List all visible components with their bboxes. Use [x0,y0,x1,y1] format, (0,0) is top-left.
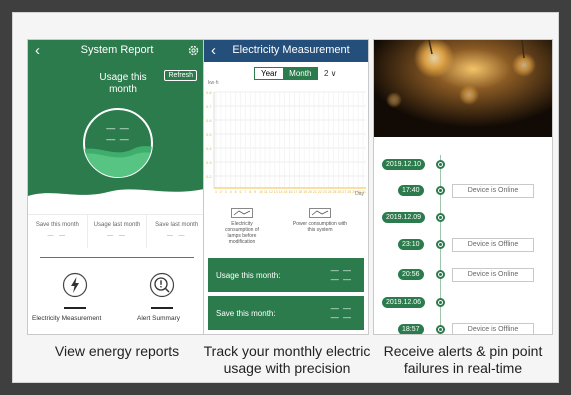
timeline-dot [436,240,445,249]
period-dropdown[interactable]: 2 ∨ [324,69,337,78]
electricity-measurement-button[interactable]: Electricity Measurement [32,315,101,322]
timeline-dot [436,298,445,307]
legend-after: Power consumption with this system [292,208,348,233]
event-status[interactable]: Device is Online [452,184,534,198]
svg-text:28: 28 [347,190,351,194]
svg-text:25: 25 [333,190,337,194]
time-badge: 17:40 [398,185,424,196]
svg-text:4: 4 [230,190,232,194]
alert-timeline-screen: 2019.12.10 17:40 Device is Online 2019.1… [373,39,553,335]
svg-text:0.7: 0.7 [206,104,212,109]
svg-text:5: 5 [235,190,237,194]
usage-chart: 1 2 3 4 5 6 7 8 9 10 11 12 13 14 15 16 17 18 19 20 21 22 23 24 2… [206,90,366,194]
time-badge: 23:10 [398,239,424,250]
date-badge: 2019.12.09 [382,212,426,223]
event-status[interactable]: Device is Offline [452,323,534,334]
gauge-subvalue: — — [106,134,130,144]
svg-text:23: 23 [323,190,327,194]
stat-save-this-month: Save this month — — [28,215,88,248]
caption-alerts: Receive alerts & pin point failures in re… [383,343,543,376]
svg-text:20: 20 [308,190,312,194]
svg-text:3: 3 [225,190,227,194]
timeline-dot [436,325,445,334]
header-bar: ‹ System Report [28,40,206,62]
usage-label: Usage this month [99,72,147,95]
svg-text:11: 11 [264,190,268,194]
gauge-value: — — [106,123,130,133]
timeline-dot [436,160,445,169]
divider [40,257,194,258]
svg-text:27: 27 [342,190,346,194]
legend-before: Electricity consumption of lamps before … [218,208,266,245]
gear-icon[interactable] [187,44,200,57]
period-toggle: Year Month [254,67,319,80]
time-badge: 18:57 [398,324,424,334]
svg-text:12: 12 [269,190,273,194]
save-this-month-card: Save this month: — — — — [208,296,364,330]
svg-text:8: 8 [249,190,251,194]
tab-year[interactable]: Year [255,68,283,79]
stat-usage-last-month: Usage last month — — [88,215,148,248]
svg-text:7: 7 [244,190,246,194]
system-report-screen: ‹ System Report Usage this month Refresh… [27,39,207,335]
caption-reports: View energy reports [54,343,180,359]
usage-this-month-card: Usage this month: — — — — [208,258,364,292]
timeline-dot [436,186,445,195]
stats-row: Save this month — — Usage last month — — S… [28,214,206,248]
svg-text:0.4: 0.4 [206,146,212,151]
refresh-button[interactable]: Refresh [164,70,197,81]
svg-text:0.6: 0.6 [206,118,212,123]
svg-text:9: 9 [254,190,256,194]
alert-icon[interactable] [149,272,175,298]
svg-text:22: 22 [318,190,322,194]
svg-text:15: 15 [284,190,288,194]
feature-card: ‹ System Report Usage this month Refresh… [12,12,559,383]
event-status[interactable]: Device is Offline [452,238,534,252]
legend-icon [309,208,331,218]
tab-indicator [151,307,173,309]
svg-text:18: 18 [298,190,302,194]
tab-indicator [64,307,86,309]
svg-text:0.5: 0.5 [206,132,212,137]
time-badge: 20:56 [398,269,424,280]
svg-text:10: 10 [259,190,263,194]
svg-text:0.3: 0.3 [206,160,212,165]
electricity-measurement-screen: ‹ Electricity Measurement Year Month 2 ∨… [203,39,369,335]
lightning-icon[interactable] [62,272,88,298]
legend-icon [231,208,253,218]
date-badge: 2019.12.10 [382,159,426,170]
svg-text:0.8: 0.8 [206,90,212,95]
event-status[interactable]: Device is Online [452,268,534,282]
timeline-dot [436,270,445,279]
date-badge: 2019.12.06 [382,297,426,308]
screen-title: Electricity Measurement [232,44,350,56]
svg-text:14: 14 [279,190,283,194]
svg-text:21: 21 [313,190,317,194]
timeline-dot [436,213,445,222]
caption-usage: Track your monthly electric usage with pr… [203,343,371,376]
x-axis-label: Day [355,191,364,197]
svg-text:13: 13 [274,190,278,194]
screen-title: System Report [80,44,154,56]
svg-text:1: 1 [215,190,217,194]
header-bar: ‹ Electricity Measurement [204,40,368,62]
svg-text:24: 24 [328,190,332,194]
stat-save-last-month: Save last month — — [155,222,199,239]
tab-month[interactable]: Month [283,68,318,79]
lightbulb-photo [374,40,552,137]
svg-text:6: 6 [240,190,242,194]
svg-text:0.2: 0.2 [206,174,212,179]
alert-summary-button[interactable]: Alert Summary [137,315,180,322]
svg-text:19: 19 [303,190,307,194]
svg-text:16: 16 [289,190,293,194]
svg-text:17: 17 [293,190,297,194]
svg-text:2: 2 [220,190,222,194]
svg-text:26: 26 [338,190,342,194]
